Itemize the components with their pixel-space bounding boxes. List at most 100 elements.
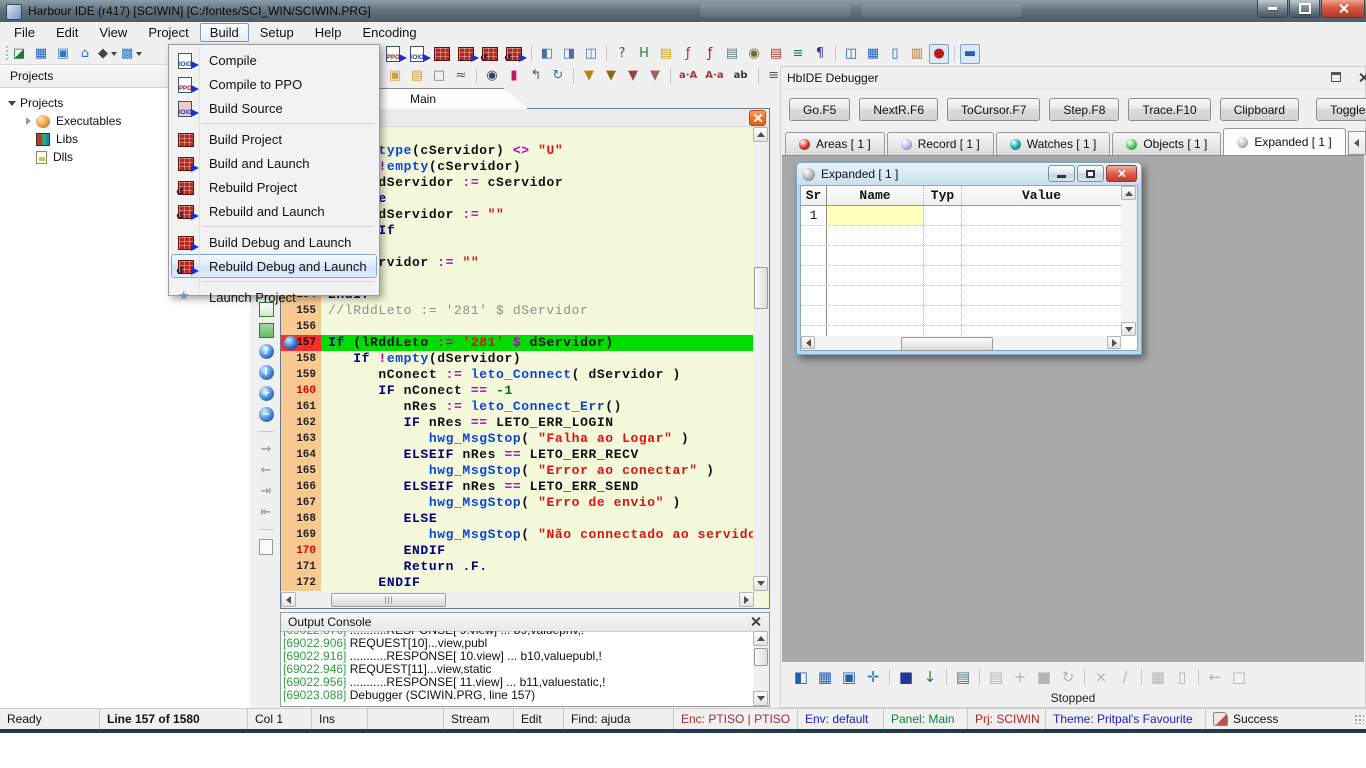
doc-info-icon[interactable] [257,538,275,556]
minimize-button[interactable] [1257,0,1288,18]
window-right-icon[interactable]: ◫ [581,44,601,64]
save-watch-icon[interactable]: ■ [1033,666,1055,688]
debugger-button-tocursor-f7[interactable]: ToCursor.F7 [947,98,1040,121]
window-bottom-icon[interactable]: ◨ [559,44,579,64]
debugger-button-go-f5[interactable]: Go.F5 [789,98,850,121]
code-line[interactable]: 171 Return .F. [281,559,753,575]
dock-grid-icon[interactable]: ▦ [814,666,836,688]
help-icon[interactable]: ? [612,44,632,64]
code-line[interactable]: 156 [281,319,753,335]
scroll-right-button[interactable] [739,592,754,607]
todo-list-icon[interactable]: ≡ [788,44,808,64]
menu-file[interactable]: File [4,23,45,42]
window-left-icon[interactable]: ◧ [537,44,557,64]
debugger-tab-areas[interactable]: Areas [ 1 ] [785,132,885,155]
goto-start-icon[interactable]: ⇤ [257,503,275,521]
build-project-icon[interactable] [432,44,454,64]
column-header-value[interactable]: Value [962,186,1121,205]
code-line[interactable]: 160 IF nConect == -1 [281,383,753,399]
debugger-tab-watches[interactable]: Watches [ 1 ] [996,132,1111,155]
scroll-up-button[interactable] [753,127,768,142]
clear-all-icon[interactable]: / [1114,666,1136,688]
restore-layout-icon[interactable]: □ [1228,666,1250,688]
paste-watch-icon[interactable]: ▤ [985,666,1007,688]
code-line[interactable]: 161 nRes := leto_Connect_Err() [281,399,753,415]
context-help-icon[interactable]: ? [257,342,275,360]
add-watch-icon[interactable]: + [1009,666,1031,688]
debugger-button-clipboard[interactable]: Clipboard [1220,98,1299,121]
expand-windows-icon[interactable]: ✛ [862,666,884,688]
goto-end-icon[interactable]: ⇥ [257,482,275,500]
code-line[interactable]: 172 ENDIF [281,575,753,591]
scroll-left-button[interactable] [801,336,815,349]
menu-project[interactable]: Project [138,23,198,42]
rebuild-project-icon[interactable]: ↺ [480,44,502,64]
zoom-out-icon[interactable]: − [257,405,275,423]
table-vertical-scrollbar[interactable] [1121,186,1137,336]
editor-horizontal-scrollbar[interactable] [281,592,754,608]
settings-icon[interactable]: ◉ [744,44,764,64]
menu-setup[interactable]: Setup [250,23,304,42]
table-row[interactable] [801,226,1121,246]
debugger-button-trace-f10[interactable]: Trace.F10 [1128,98,1210,121]
notes-icon[interactable]: ▥ [907,44,927,64]
console-scrollbar[interactable] [753,631,769,706]
harbour-help-icon[interactable]: H [634,44,654,64]
build-menu-item-rebuild-project[interactable]: ↺Rebuild Project [171,175,377,199]
maximize-button[interactable] [1289,0,1320,18]
rebuild-launch-icon[interactable]: ↺ [504,44,526,64]
build-menu-item-launch-project[interactable]: ★Launch Project [171,285,377,309]
goto-last-edit-icon[interactable]: ↰ [526,66,546,86]
table-row[interactable] [801,266,1121,286]
paste-icon[interactable]: ▤ [407,66,427,86]
menu-view[interactable]: View [89,23,137,42]
wiki-icon[interactable]: ¶ [810,44,830,64]
expanded-window-titlebar[interactable]: Expanded [ 1 ] [797,163,1141,185]
code-line[interactable]: 163 hwg_MsgStop( "Falha ao Logar" ) [281,431,753,447]
table-row[interactable]: 1 [801,206,1121,226]
image-panel-icon[interactable]: ▣ [53,44,73,64]
undock-icon[interactable] [1331,72,1341,82]
dock-left-icon[interactable]: ◧ [790,666,812,688]
build-menu-item-compile-to-ppo[interactable]: PPOCompile to PPO [171,72,377,96]
column-header-typ[interactable]: Typ [924,186,962,205]
column-header-name[interactable]: Name [827,186,924,205]
view-image-icon[interactable]: ▩ [120,44,143,64]
debugger-tab-expanded[interactable]: Expanded [ 1 ] [1223,128,1345,155]
code-line[interactable]: 166 ELSEIF nRes == LETO_ERR_SEND [281,479,753,495]
debugger-button-nextr-f6[interactable]: NextR.F6 [859,98,938,121]
code-line[interactable]: 164 ELSEIF nRes == LETO_ERR_RECV [281,447,753,463]
code-line[interactable]: 170 ENDIF [281,543,753,559]
scroll-left-button[interactable] [281,592,296,607]
build-menu-item-build-debug-and-launch[interactable]: Build Debug and Launch [171,230,377,254]
function-defs-icon[interactable]: ƒ [700,44,720,64]
close-button[interactable] [1321,0,1365,18]
code-line[interactable]: 159 nConect := leto_Connect( dServidor ) [281,367,753,383]
code-line-current[interactable]: 157If (lRddLeto := '281' $ dServidor) [281,335,753,351]
save-icon[interactable]: ▦ [31,44,51,64]
build-menu-item-compile[interactable]: IOIOCompile [171,48,377,72]
prev-function-icon[interactable]: ← [257,461,275,479]
case-lower-icon[interactable]: A·a [702,66,726,86]
build-tools-icon[interactable]: ◆ [97,44,118,64]
document-icon[interactable]: ▯ [885,44,905,64]
case-upper-icon[interactable]: a·A [676,66,700,86]
build-menu-item-build-project[interactable]: Build Project [171,127,377,151]
refresh-icon[interactable]: ↻ [548,66,568,86]
close-button[interactable] [1106,165,1137,182]
code-line[interactable]: 162 IF nRes == LETO_ERR_LOGIN [281,415,753,431]
print-icon[interactable]: ▤ [952,666,974,688]
code-line[interactable]: 158 If !empty(dServidor) [281,351,753,367]
table-row[interactable] [801,246,1121,266]
editor-close-button[interactable] [749,110,766,126]
open-project-icon[interactable]: ◪ [9,44,29,64]
back-icon[interactable]: ← [1204,666,1226,688]
table-view-icon[interactable]: ▦ [1147,666,1169,688]
debugger-tab-record[interactable]: Record [ 1 ] [887,132,994,155]
zoom-in-icon[interactable]: + [257,384,275,402]
copy-icon[interactable]: ▣ [385,66,405,86]
panel-grid-icon[interactable]: ▦ [863,44,883,64]
changelog-icon[interactable]: ▤ [766,44,786,64]
scroll-down-button[interactable] [1121,322,1136,336]
select-region-icon[interactable]: □ [429,66,449,86]
